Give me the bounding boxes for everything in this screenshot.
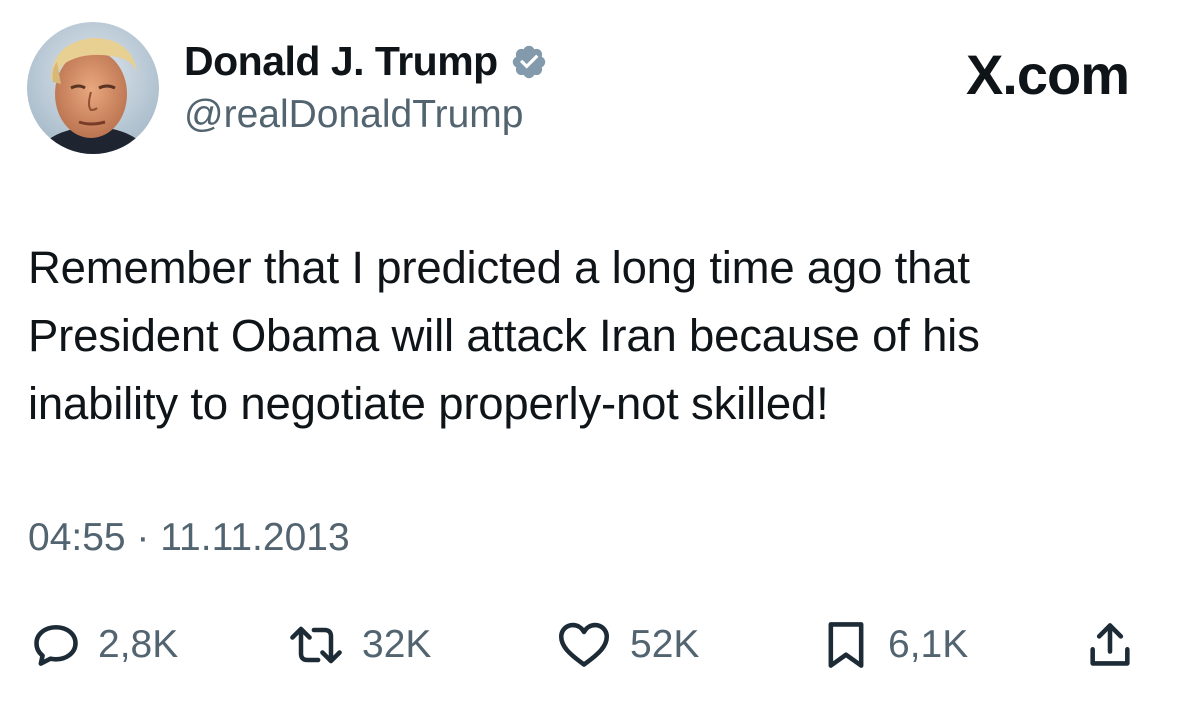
reply-count: 2,8K [98,623,179,666]
share-icon [1090,623,1130,666]
display-name-text: Donald J. Trump [184,38,498,84]
share-button[interactable] [1084,610,1136,680]
brand-logo-text: X.com [965,43,1130,106]
bookmark-button[interactable]: 6,1K [820,610,968,680]
verified-badge-icon [510,43,548,81]
like-count: 52K [630,623,700,666]
tweet-timestamp[interactable]: 04:55 · 11.11.2013 [28,516,350,560]
repost-icon [290,626,342,664]
bookmark-count: 6,1K [888,623,969,666]
avatar[interactable] [27,22,159,154]
author-handle[interactable]: @realDonaldTrump [184,93,523,137]
reply-button[interactable]: 2,8K [30,610,178,680]
avatar-photo [27,22,159,154]
bookmark-icon [828,622,864,668]
repost-count: 32K [362,623,432,666]
action-bar: 2,8K 32K 52K 6,1K [0,610,1179,680]
reply-icon [34,624,78,666]
repost-button[interactable]: 32K [286,610,431,680]
author-display-name[interactable]: Donald J. Trump [184,38,548,85]
like-button[interactable]: 52K [554,610,699,680]
tweet-text: Remember that I predicted a long time ag… [28,242,980,429]
heart-icon [558,622,610,667]
tweet-card: Donald J. Trump @realDonaldTrump X.com R… [0,0,1179,702]
